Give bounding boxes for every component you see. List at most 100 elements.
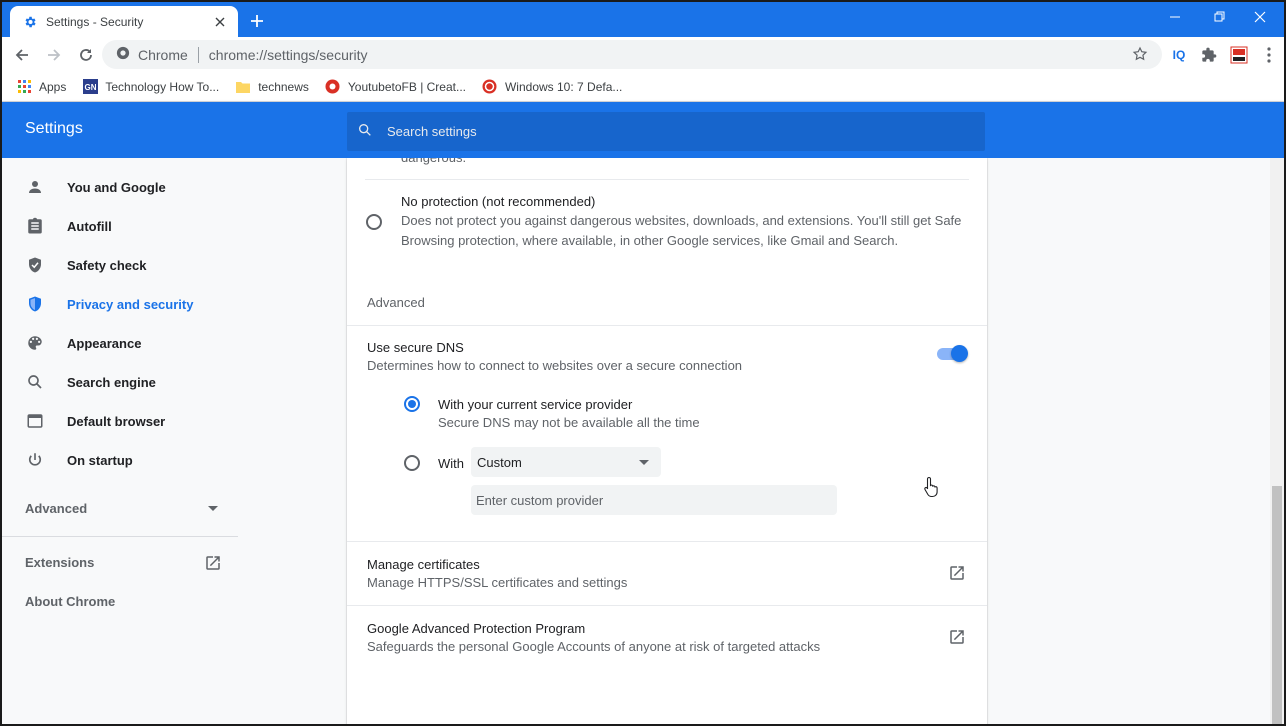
manage-certificates-title: Manage certificates xyxy=(367,557,480,572)
advanced-protection-title: Google Advanced Protection Program xyxy=(367,621,586,636)
truncated-text: dangerous. xyxy=(401,158,466,168)
address-bar[interactable]: Chrome chrome://settings/security xyxy=(102,40,1162,69)
bookmark-windows-10[interactable]: Windows 10: 7 Defa... xyxy=(482,79,622,95)
sidebar-advanced-label: Advanced xyxy=(25,501,88,516)
tab-title: Settings - Security xyxy=(46,14,144,29)
shield-icon xyxy=(25,294,45,314)
dropdown-arrow-icon xyxy=(639,460,649,465)
palette-icon xyxy=(25,333,45,353)
close-tab-icon[interactable] xyxy=(212,14,228,30)
youtube-fb-icon xyxy=(325,79,341,95)
settings-sidebar: You and Google Autofill Safety check Pri… xyxy=(2,158,238,724)
no-protection-title: No protection (not recommended) xyxy=(401,194,596,209)
secure-dns-desc: Determines how to connect to websites ov… xyxy=(367,358,743,373)
advanced-protection-row[interactable]: Google Advanced Protection Program Safeg… xyxy=(347,606,987,669)
tab-settings-security[interactable]: Settings - Security xyxy=(10,6,238,37)
browser-toolbar: Chrome chrome://settings/security IQ xyxy=(2,37,1284,72)
sidebar-item-appearance[interactable]: Appearance xyxy=(2,325,238,361)
sidebar-item-label: Search engine xyxy=(67,374,156,390)
profile-avatar[interactable] xyxy=(1224,40,1254,70)
sidebar-item-search-engine[interactable]: Search engine xyxy=(2,364,238,400)
shield-check-icon xyxy=(25,255,45,275)
chrome-logo-icon xyxy=(116,46,130,63)
dropdown-value: Custom xyxy=(477,454,522,470)
iq-extension-icon[interactable]: IQ xyxy=(1164,40,1194,70)
bookmark-label: Apps xyxy=(39,79,67,94)
apps-grid-icon xyxy=(16,79,32,95)
custom-provider-radio[interactable] xyxy=(404,455,420,471)
svg-text:GN: GN xyxy=(84,83,96,92)
sidebar-advanced-toggle[interactable]: Advanced xyxy=(2,493,238,523)
open-in-new-icon xyxy=(204,554,222,575)
browser-window-icon xyxy=(25,411,45,431)
windows-site-icon xyxy=(482,79,498,95)
reload-button[interactable] xyxy=(72,41,100,69)
extensions-puzzle-icon[interactable] xyxy=(1194,40,1224,70)
settings-search-box[interactable] xyxy=(347,112,985,151)
sidebar-item-on-startup[interactable]: On startup xyxy=(2,442,238,478)
forward-button[interactable] xyxy=(40,41,68,69)
bookmark-apps[interactable]: Apps xyxy=(16,79,66,95)
current-provider-desc: Secure DNS may not be available all the … xyxy=(438,415,700,430)
person-icon xyxy=(25,177,45,197)
bookmark-label: Windows 10: 7 Defa... xyxy=(504,79,623,94)
chrome-menu-icon[interactable] xyxy=(1254,40,1284,70)
back-button[interactable] xyxy=(8,41,36,69)
new-tab-button[interactable] xyxy=(246,10,268,32)
settings-body: You and Google Autofill Safety check Pri… xyxy=(2,158,1284,724)
page-scrollbar[interactable] xyxy=(1270,158,1284,724)
sidebar-item-label: Privacy and security xyxy=(67,296,194,312)
omnibox-separator xyxy=(197,46,199,63)
bookmark-technology-how-to[interactable]: GN Technology How To... xyxy=(82,79,219,95)
sidebar-item-label: Default browser xyxy=(67,413,166,429)
row-divider xyxy=(347,325,987,326)
sidebar-extensions-label: Extensions xyxy=(25,555,95,570)
settings-header: Settings xyxy=(2,102,1284,158)
sidebar-item-autofill[interactable]: Autofill xyxy=(2,208,238,244)
advanced-protection-desc: Safeguards the personal Google Accounts … xyxy=(367,639,821,654)
secure-dns-toggle[interactable] xyxy=(937,345,969,362)
privacy-security-card: dangerous. No protection (not recommende… xyxy=(347,158,987,724)
sidebar-item-about-chrome[interactable]: About Chrome xyxy=(2,588,238,618)
custom-provider-input[interactable] xyxy=(471,485,837,515)
sidebar-divider xyxy=(2,536,238,537)
restore-button[interactable] xyxy=(1200,2,1240,32)
bookmark-label: Technology How To... xyxy=(105,79,220,94)
omnibox-url: chrome://settings/security xyxy=(208,46,368,63)
bookmark-youtubetofb[interactable]: YoutubetoFB | Creat... xyxy=(325,79,466,95)
power-icon xyxy=(25,450,45,470)
no-protection-radio[interactable] xyxy=(366,214,382,230)
close-window-button[interactable] xyxy=(1240,2,1280,32)
sidebar-about-label: About Chrome xyxy=(25,594,116,609)
chevron-down-icon xyxy=(208,506,218,511)
custom-provider-with-label: With xyxy=(438,456,464,471)
secure-dns-title: Use secure DNS xyxy=(367,340,464,355)
no-protection-option[interactable]: No protection (not recommended) Does not… xyxy=(347,180,987,260)
settings-search-input[interactable] xyxy=(387,124,947,139)
minimize-button[interactable] xyxy=(1155,2,1195,32)
search-icon xyxy=(25,372,45,392)
clipboard-icon xyxy=(25,216,45,236)
sidebar-item-safety-check[interactable]: Safety check xyxy=(2,247,238,283)
sidebar-item-extensions[interactable]: Extensions xyxy=(2,549,238,579)
sidebar-item-label: Appearance xyxy=(67,335,142,351)
tab-strip: Settings - Security xyxy=(2,2,1284,37)
bookmark-label: YoutubetoFB | Creat... xyxy=(347,79,466,94)
bookmark-label: technews xyxy=(258,79,309,94)
sidebar-item-privacy-and-security[interactable]: Privacy and security xyxy=(2,286,238,322)
folder-icon xyxy=(235,79,251,95)
sidebar-item-default-browser[interactable]: Default browser xyxy=(2,403,238,439)
sidebar-item-label: On startup xyxy=(67,452,133,468)
hand-cursor-icon xyxy=(923,476,941,498)
scrollbar-thumb[interactable] xyxy=(1272,486,1282,724)
provider-dropdown[interactable]: Custom xyxy=(471,447,661,477)
omnibox-site-label: Chrome xyxy=(138,46,188,63)
settings-gear-icon xyxy=(22,14,38,30)
manage-certificates-row[interactable]: Manage certificates Manage HTTPS/SSL cer… xyxy=(347,542,987,605)
current-provider-radio[interactable] xyxy=(404,396,420,412)
bookmark-star-icon[interactable] xyxy=(1132,46,1148,65)
bookmark-technews[interactable]: technews xyxy=(235,79,309,95)
current-provider-label: With your current service provider xyxy=(438,397,633,412)
toggle-knob xyxy=(951,345,968,362)
sidebar-item-you-and-google[interactable]: You and Google xyxy=(2,169,238,205)
